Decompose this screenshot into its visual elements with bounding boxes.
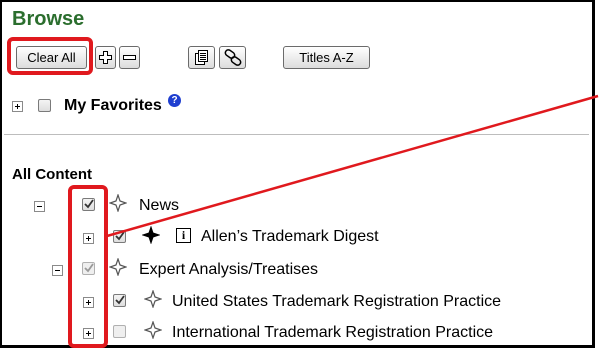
favorites-label[interactable]: My Favorites: [64, 97, 162, 115]
checkmark-icon: [115, 231, 125, 241]
all-content-heading: All Content: [12, 166, 92, 183]
tree-item-intl-trademark-practice[interactable]: International Trademark Registration Pra…: [172, 324, 493, 342]
titles-a-z-button[interactable]: Titles A-Z: [283, 46, 370, 69]
documents-icon: [194, 50, 208, 65]
info-icon[interactable]: i: [176, 228, 191, 243]
tree-item-news[interactable]: News: [139, 197, 179, 215]
allens-checkbox[interactable]: [113, 230, 126, 243]
plus-icon: [99, 51, 112, 64]
checkmark-icon: [84, 199, 94, 209]
star-outline-icon: [144, 290, 162, 308]
page-title: Browse: [12, 8, 85, 30]
tree-item-us-trademark-practice[interactable]: United States Trademark Registration Pra…: [172, 293, 501, 311]
star-outline-icon: [109, 258, 127, 276]
chain-link-icon: [224, 49, 241, 66]
link-button[interactable]: [219, 46, 246, 69]
favorites-checkbox[interactable]: [38, 99, 51, 112]
news-checkbox[interactable]: [82, 198, 95, 211]
expand-favorites-toggle[interactable]: [12, 101, 23, 112]
expand-us-trademark-toggle[interactable]: [83, 297, 94, 308]
expand-all-button[interactable]: [95, 46, 116, 69]
help-icon[interactable]: ?: [168, 94, 181, 107]
us-trademark-checkbox[interactable]: [113, 294, 126, 307]
expert-analysis-checkbox[interactable]: [82, 262, 95, 275]
star-filled-icon: [142, 226, 160, 244]
collapse-news-toggle[interactable]: [34, 201, 45, 212]
minus-icon: [123, 55, 136, 60]
expand-intl-trademark-toggle[interactable]: [83, 328, 94, 339]
collapse-all-button[interactable]: [119, 46, 140, 69]
section-divider: [4, 134, 589, 135]
browse-panel: Browse Clear All Titles A-Z My Favorites: [0, 0, 595, 348]
star-outline-icon: [144, 321, 162, 339]
collapse-expert-analysis-toggle[interactable]: [52, 265, 63, 276]
intl-trademark-checkbox[interactable]: [113, 325, 126, 338]
tree-item-expert-analysis[interactable]: Expert Analysis/Treatises: [139, 261, 318, 279]
tree-item-allens-trademark-digest[interactable]: Allen’s Trademark Digest: [201, 228, 379, 246]
checkmark-icon: [115, 295, 125, 305]
copy-button[interactable]: [188, 46, 215, 69]
checkmark-icon: [84, 263, 94, 273]
star-outline-icon: [109, 194, 127, 212]
clear-all-button[interactable]: Clear All: [16, 46, 87, 69]
expand-allens-toggle[interactable]: [83, 233, 94, 244]
